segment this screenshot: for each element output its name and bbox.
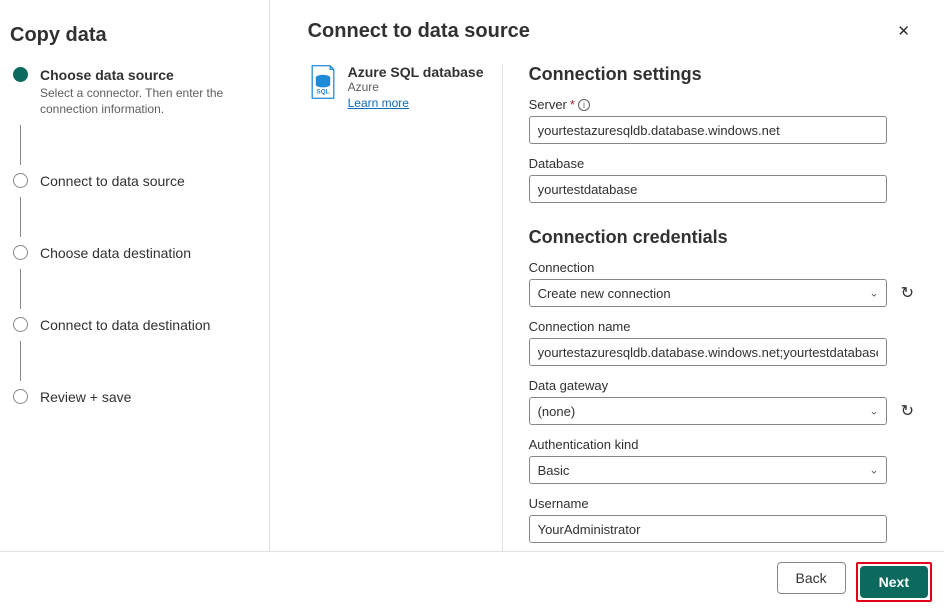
step-indicator bbox=[13, 389, 28, 404]
connection-label: Connection bbox=[529, 260, 595, 275]
step-label: Choose data destination bbox=[40, 245, 191, 261]
server-input[interactable] bbox=[529, 116, 887, 144]
step-connect-source[interactable]: Connect to data source bbox=[10, 173, 259, 193]
azure-sql-icon: SQL bbox=[308, 64, 338, 100]
refresh-icon[interactable]: ↻ bbox=[901, 401, 914, 421]
step-review-save[interactable]: Review + save bbox=[10, 389, 259, 409]
step-indicator bbox=[13, 317, 28, 332]
step-indicator bbox=[13, 245, 28, 260]
step-label: Choose data source bbox=[40, 67, 250, 83]
gateway-label: Data gateway bbox=[529, 378, 609, 393]
step-label: Connect to data source bbox=[40, 173, 185, 189]
auth-kind-label: Authentication kind bbox=[529, 437, 639, 452]
username-input[interactable] bbox=[529, 515, 887, 543]
step-desc: Select a connector. Then enter the conne… bbox=[40, 85, 250, 117]
gateway-select[interactable] bbox=[529, 397, 887, 425]
step-label: Connect to data destination bbox=[40, 317, 210, 333]
step-connector bbox=[20, 269, 21, 309]
step-choose-source[interactable]: Choose data source Select a connector. T… bbox=[10, 67, 259, 121]
section-connection-credentials: Connection credentials bbox=[529, 227, 914, 248]
database-label: Database bbox=[529, 156, 585, 171]
learn-more-link[interactable]: Learn more bbox=[348, 96, 409, 110]
step-indicator bbox=[13, 173, 28, 188]
server-label: Server bbox=[529, 97, 567, 112]
connection-name-label: Connection name bbox=[529, 319, 631, 334]
auth-kind-select[interactable] bbox=[529, 456, 887, 484]
wizard-title: Copy data bbox=[10, 24, 259, 47]
database-input[interactable] bbox=[529, 175, 887, 203]
connection-select[interactable] bbox=[529, 279, 887, 307]
step-connector bbox=[20, 125, 21, 165]
refresh-icon[interactable]: ↻ bbox=[901, 283, 914, 303]
back-button[interactable]: Back bbox=[777, 562, 846, 594]
source-column: SQL Azure SQL database Azure Learn more bbox=[308, 64, 503, 560]
required-indicator: * bbox=[570, 97, 575, 112]
step-choose-destination[interactable]: Choose data destination bbox=[10, 245, 259, 265]
step-connector bbox=[20, 341, 21, 381]
source-publisher: Azure bbox=[348, 80, 484, 94]
step-indicator-active bbox=[13, 67, 28, 82]
wizard-sidebar: Copy data Choose data source Select a co… bbox=[0, 0, 270, 560]
username-label: Username bbox=[529, 496, 589, 511]
page-title: Connect to data source bbox=[308, 20, 530, 43]
step-connect-destination[interactable]: Connect to data destination bbox=[10, 317, 259, 337]
next-button[interactable]: Next bbox=[860, 566, 928, 598]
step-connector bbox=[20, 197, 21, 237]
svg-text:SQL: SQL bbox=[316, 89, 329, 96]
connection-name-input[interactable] bbox=[529, 338, 887, 366]
form-column: Connection settings Server * i Database … bbox=[503, 64, 914, 560]
wizard-footer: Back Next bbox=[0, 551, 944, 612]
step-label: Review + save bbox=[40, 389, 131, 405]
info-icon[interactable]: i bbox=[578, 99, 590, 111]
section-connection-settings: Connection settings bbox=[529, 64, 914, 85]
source-name: Azure SQL database bbox=[348, 64, 484, 80]
close-icon[interactable]: ✕ bbox=[893, 18, 914, 44]
next-highlight: Next bbox=[856, 562, 932, 602]
